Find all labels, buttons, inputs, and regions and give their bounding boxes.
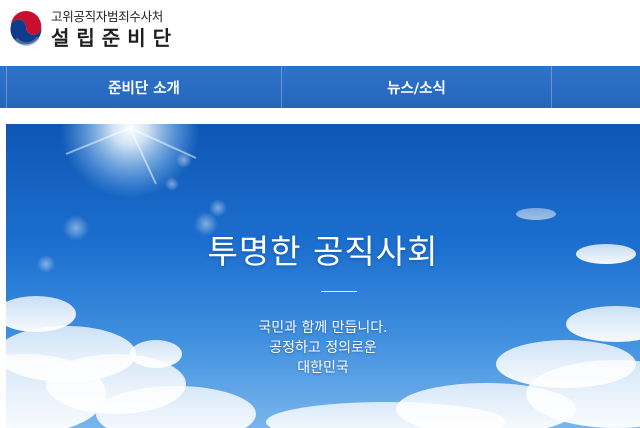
hero-sky-image <box>6 124 640 428</box>
nav-item-news[interactable]: 뉴스/소식 <box>282 66 552 108</box>
nav-item-about[interactable]: 준비단 소개 <box>6 66 282 108</box>
org-name-line2: 설립준비단 <box>51 26 178 50</box>
hero-line-3: 대한민국 <box>297 360 349 376</box>
site-header: 고위공직자범죄수사처 설립준비단 <box>0 0 640 66</box>
hero-banner: 투명한 공직사회 국민과 함께 만듭니다. 공정하고 정의로운 대한민국 <box>6 124 640 428</box>
hero-title: 투명한 공직사회 <box>207 232 439 271</box>
org-name[interactable]: 고위공직자범죄수사처 설립준비단 <box>51 9 178 50</box>
hero-line-2: 공정하고 정의로운 <box>269 340 377 356</box>
org-name-line1: 고위공직자범죄수사처 <box>51 9 164 24</box>
nav-item-more[interactable] <box>552 66 640 108</box>
hero-line-1: 국민과 함께 만듭니다. <box>258 320 388 336</box>
taegeuk-emblem-icon[interactable] <box>7 10 45 48</box>
hero-divider <box>321 291 357 292</box>
main-nav: 준비단 소개 뉴스/소식 <box>0 66 640 108</box>
